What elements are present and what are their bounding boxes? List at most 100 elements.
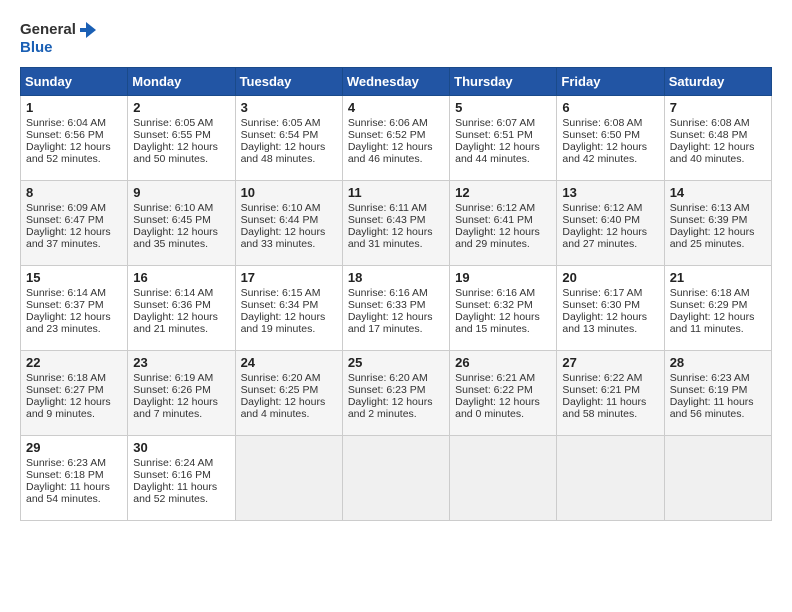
day-number: 27 [562,355,658,370]
sunrise-text: Sunrise: 6:10 AM [241,202,321,214]
daylight-text: Daylight: 11 hours and 52 minutes. [133,481,217,505]
sunrise-text: Sunrise: 6:16 AM [455,287,535,299]
calendar-cell: 22Sunrise: 6:18 AMSunset: 6:27 PMDayligh… [21,350,128,435]
day-number: 30 [133,440,229,455]
day-number: 11 [348,185,444,200]
calendar-cell: 27Sunrise: 6:22 AMSunset: 6:21 PMDayligh… [557,350,664,435]
daylight-text: Daylight: 12 hours and 50 minutes. [133,141,218,165]
sunset-text: Sunset: 6:56 PM [26,129,104,141]
daylight-text: Daylight: 12 hours and 21 minutes. [133,311,218,335]
sunrise-text: Sunrise: 6:05 AM [241,117,321,129]
daylight-text: Daylight: 12 hours and 37 minutes. [26,226,111,250]
calendar-cell: 24Sunrise: 6:20 AMSunset: 6:25 PMDayligh… [235,350,342,435]
sunset-text: Sunset: 6:16 PM [133,469,211,481]
calendar-cell: 21Sunrise: 6:18 AMSunset: 6:29 PMDayligh… [664,265,771,350]
sunset-text: Sunset: 6:22 PM [455,384,533,396]
daylight-text: Daylight: 12 hours and 17 minutes. [348,311,433,335]
sunset-text: Sunset: 6:23 PM [348,384,426,396]
daylight-text: Daylight: 11 hours and 56 minutes. [670,396,754,420]
calendar-cell: 30 Sunrise: 6:24 AMSunset: 6:16 PMDayligh… [128,435,235,520]
sunrise-text: Sunrise: 6:10 AM [133,202,213,214]
daylight-text: Daylight: 12 hours and 35 minutes. [133,226,218,250]
sunrise-text: Sunrise: 6:11 AM [348,202,427,214]
calendar-cell: 17Sunrise: 6:15 AMSunset: 6:34 PMDayligh… [235,265,342,350]
calendar-cell: 8Sunrise: 6:09 AMSunset: 6:47 PMDaylight… [21,180,128,265]
calendar-cell: 23Sunrise: 6:19 AMSunset: 6:26 PMDayligh… [128,350,235,435]
sunrise-text: Sunrise: 6:22 AM [562,372,642,384]
sunset-text: Sunset: 6:41 PM [455,214,533,226]
sunrise-text: Sunrise: 6:20 AM [241,372,321,384]
day-number: 13 [562,185,658,200]
logo-arrow-icon [78,20,98,40]
calendar-cell: 15Sunrise: 6:14 AMSunset: 6:37 PMDayligh… [21,265,128,350]
sunrise-text: Sunrise: 6:18 AM [26,372,106,384]
sunset-text: Sunset: 6:40 PM [562,214,640,226]
calendar-cell: 5Sunrise: 6:07 AMSunset: 6:51 PMDaylight… [450,95,557,180]
daylight-text: Daylight: 12 hours and 19 minutes. [241,311,326,335]
day-number: 29 [26,440,122,455]
sunrise-text: Sunrise: 6:04 AM [26,117,106,129]
sunset-text: Sunset: 6:50 PM [562,129,640,141]
logo: General Blue [20,20,98,57]
sunset-text: Sunset: 6:51 PM [455,129,533,141]
daylight-text: Daylight: 12 hours and 15 minutes. [455,311,540,335]
sunrise-text: Sunrise: 6:24 AM [133,457,213,469]
calendar-table: SundayMondayTuesdayWednesdayThursdayFrid… [20,67,772,521]
header: General Blue [20,20,772,57]
daylight-text: Daylight: 12 hours and 23 minutes. [26,311,111,335]
calendar-week-row: 1Sunrise: 6:04 AMSunset: 6:56 PMDaylight… [21,95,772,180]
day-number: 7 [670,100,766,115]
calendar-cell: 16Sunrise: 6:14 AMSunset: 6:36 PMDayligh… [128,265,235,350]
day-header: Sunday [21,67,128,95]
daylight-text: Daylight: 12 hours and 31 minutes. [348,226,433,250]
logo-container: General Blue [20,20,98,57]
sunset-text: Sunset: 6:25 PM [241,384,319,396]
sunset-text: Sunset: 6:43 PM [348,214,426,226]
sunset-text: Sunset: 6:32 PM [455,299,533,311]
calendar-cell: 4Sunrise: 6:06 AMSunset: 6:52 PMDaylight… [342,95,449,180]
sunset-text: Sunset: 6:39 PM [670,214,748,226]
sunrise-text: Sunrise: 6:14 AM [26,287,106,299]
daylight-text: Daylight: 12 hours and 42 minutes. [562,141,647,165]
sunset-text: Sunset: 6:48 PM [670,129,748,141]
day-number: 3 [241,100,337,115]
day-number: 28 [670,355,766,370]
day-number: 15 [26,270,122,285]
day-number: 8 [26,185,122,200]
daylight-text: Daylight: 12 hours and 40 minutes. [670,141,755,165]
sunrise-text: Sunrise: 6:12 AM [455,202,535,214]
day-number: 25 [348,355,444,370]
day-header: Friday [557,67,664,95]
calendar-cell: 25Sunrise: 6:20 AMSunset: 6:23 PMDayligh… [342,350,449,435]
daylight-text: Daylight: 12 hours and 52 minutes. [26,141,111,165]
calendar-cell: 26Sunrise: 6:21 AMSunset: 6:22 PMDayligh… [450,350,557,435]
daylight-text: Daylight: 12 hours and 0 minutes. [455,396,540,420]
daylight-text: Daylight: 12 hours and 4 minutes. [241,396,326,420]
daylight-text: Daylight: 12 hours and 13 minutes. [562,311,647,335]
day-header: Saturday [664,67,771,95]
sunrise-text: Sunrise: 6:18 AM [670,287,750,299]
day-number: 6 [562,100,658,115]
calendar-cell: 18Sunrise: 6:16 AMSunset: 6:33 PMDayligh… [342,265,449,350]
calendar-cell: 28Sunrise: 6:23 AMSunset: 6:19 PMDayligh… [664,350,771,435]
calendar-cell: 10Sunrise: 6:10 AMSunset: 6:44 PMDayligh… [235,180,342,265]
sunset-text: Sunset: 6:45 PM [133,214,211,226]
calendar-cell [557,435,664,520]
sunrise-text: Sunrise: 6:23 AM [670,372,750,384]
calendar-cell: 1Sunrise: 6:04 AMSunset: 6:56 PMDaylight… [21,95,128,180]
daylight-text: Daylight: 12 hours and 29 minutes. [455,226,540,250]
sunrise-text: Sunrise: 6:09 AM [26,202,106,214]
calendar-cell: 2Sunrise: 6:05 AMSunset: 6:55 PMDaylight… [128,95,235,180]
daylight-text: Daylight: 12 hours and 25 minutes. [670,226,755,250]
calendar-cell [450,435,557,520]
calendar-cell: 20Sunrise: 6:17 AMSunset: 6:30 PMDayligh… [557,265,664,350]
day-number: 10 [241,185,337,200]
calendar-cell: 12Sunrise: 6:12 AMSunset: 6:41 PMDayligh… [450,180,557,265]
sunset-text: Sunset: 6:33 PM [348,299,426,311]
sunset-text: Sunset: 6:18 PM [26,469,104,481]
calendar-cell: 11 Sunrise: 6:11 AMSunset: 6:43 PMDayligh… [342,180,449,265]
day-header: Monday [128,67,235,95]
sunset-text: Sunset: 6:29 PM [670,299,748,311]
calendar-cell: 3Sunrise: 6:05 AMSunset: 6:54 PMDaylight… [235,95,342,180]
sunrise-text: Sunrise: 6:06 AM [348,117,428,129]
